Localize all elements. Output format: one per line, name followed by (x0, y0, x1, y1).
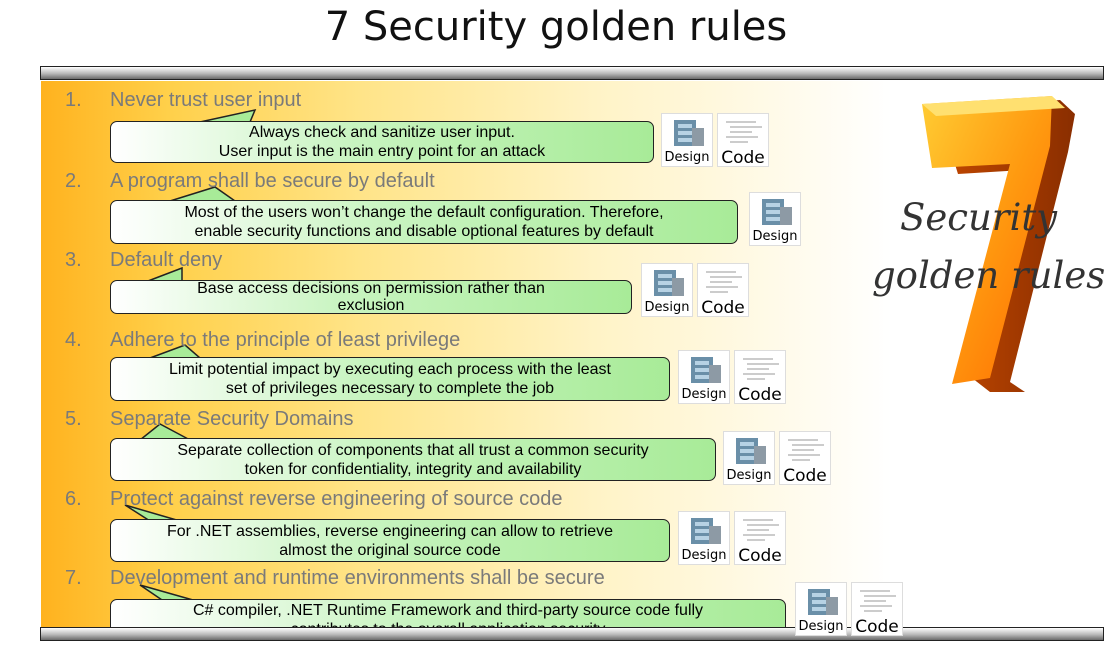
rule-number: 4. (65, 329, 82, 351)
callout-line: C# compiler, .NET Runtime Framework and … (192, 602, 704, 619)
badge-label: Design (679, 387, 729, 403)
design-badge: Design (678, 350, 730, 404)
rule-badges-6: Design Code (678, 511, 786, 565)
callout-line: Separate collection of components that a… (177, 441, 649, 459)
rule-callout-3: Base access decisions on permission rath… (110, 280, 632, 314)
rule-number: 1. (65, 89, 82, 111)
design-badge: Design (678, 511, 730, 565)
rule-callout-5: Separate collection of components that a… (110, 438, 716, 481)
callout-line: User input is the main entry point for a… (218, 143, 546, 160)
rule-number: 5. (65, 408, 82, 430)
emblem-line-1: Security (900, 196, 1058, 239)
rule-title: Separate Security Domains (110, 408, 354, 430)
badge-label: Design (750, 229, 800, 245)
slide-title: 7 Security golden rules (324, 4, 788, 50)
callout-line: Always check and sanitize user input. (249, 124, 515, 141)
design-badge: Design (661, 113, 713, 167)
rule-title: Adhere to the principle of least privile… (110, 329, 461, 351)
golden-rules-emblem: Security golden rules (860, 92, 1105, 392)
rule-callout-4: Limit potential impact by executing each… (110, 357, 670, 401)
code-badge: Code (717, 113, 769, 167)
rule-badges-2: Design (749, 192, 801, 246)
badge-label: Design (642, 300, 692, 316)
badge-label: Design (662, 150, 712, 166)
design-badge: Design (641, 263, 693, 317)
badge-label: Code (718, 150, 768, 166)
seven-digit-graphic (922, 96, 1075, 392)
callout-line: almost the original source code (279, 541, 501, 559)
callout-line: For .NET assemblies, reverse engineering… (166, 522, 614, 540)
rule-title: Protect against reverse engineering of s… (110, 488, 563, 510)
code-badge: Code (851, 582, 903, 636)
badge-label: Code (852, 619, 902, 635)
badge-label: Code (735, 387, 785, 403)
badge-label: Design (679, 548, 729, 564)
rule-number: 2. (65, 170, 82, 192)
rule-callout-2: Most of the users won’t change the defau… (110, 200, 738, 244)
callout-line: Limit potential impact by executing each… (168, 361, 611, 378)
rule-badges-5: Design Code (723, 431, 831, 485)
rule-callout-1: Always check and sanitize user input. Us… (110, 121, 654, 163)
rule-title: Default deny (110, 249, 223, 271)
badge-label: Design (724, 468, 774, 484)
rule-badges-3: Design Code (641, 263, 749, 317)
callout-line: token for confidentiality, integrity and… (244, 460, 582, 478)
badge-label: Code (698, 300, 748, 316)
badge-label: Design (796, 619, 846, 635)
top-divider-bar (40, 66, 1104, 80)
rule-title: Development and runtime environments sha… (110, 567, 605, 589)
code-badge: Code (734, 511, 786, 565)
emblem-line-2: golden rules (872, 254, 1106, 297)
rule-callout-6: For .NET assemblies, reverse engineering… (110, 519, 670, 562)
rule-title: A program shall be secure by default (110, 170, 435, 192)
badge-label: Code (735, 548, 785, 564)
bottom-divider-bar (40, 627, 1104, 641)
rule-number: 7. (65, 567, 82, 589)
code-badge: Code (779, 431, 831, 485)
badge-label: Code (780, 468, 830, 484)
rule-title: Never trust user input (110, 89, 302, 111)
rule-badges-1: Design Code (661, 113, 769, 167)
design-badge: Design (723, 431, 775, 485)
callout-line: Base access decisions on permission rath… (197, 280, 545, 297)
design-badge: Design (795, 582, 847, 636)
code-badge: Code (734, 350, 786, 404)
rule-badges-7: Design Code (795, 582, 903, 636)
design-badge: Design (749, 192, 801, 246)
callout-line: set of privileges necessary to complete … (225, 380, 555, 397)
rule-number: 6. (65, 488, 82, 510)
code-badge: Code (697, 263, 749, 317)
callout-line: Most of the users won’t change the defau… (184, 204, 664, 221)
callout-line: enable security functions and disable op… (194, 223, 654, 240)
callout-line: exclusion (337, 297, 405, 314)
rule-number: 3. (65, 249, 82, 271)
rule-badges-4: Design Code (678, 350, 786, 404)
